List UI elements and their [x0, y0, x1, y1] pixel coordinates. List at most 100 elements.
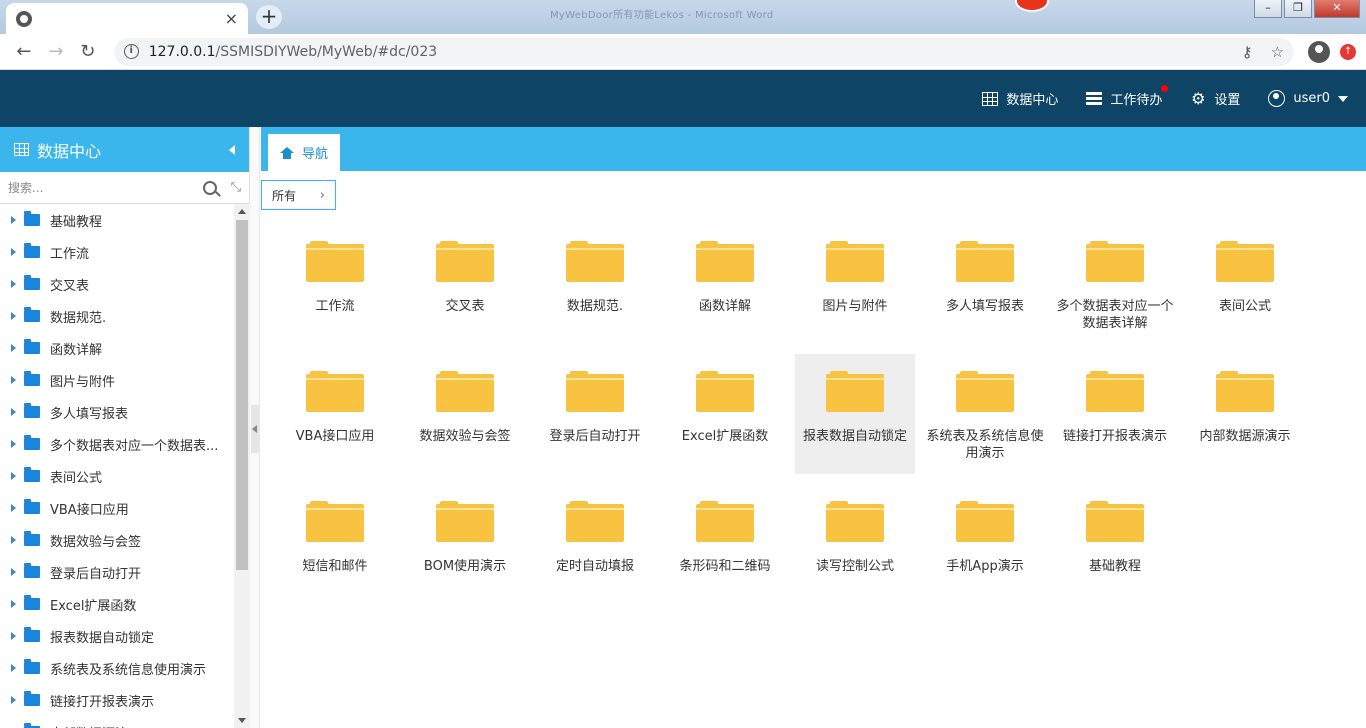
folder-tile[interactable]: 手机App演示 [925, 484, 1045, 604]
tree-item-label: 链接打开报表演示 [50, 694, 155, 710]
extension-icon[interactable]: ↑ [1340, 43, 1356, 60]
minimize-icon[interactable]: – [1254, 0, 1282, 18]
folder-tile[interactable]: VBA接口应用 [275, 354, 395, 474]
breadcrumb[interactable]: 所有 › [261, 180, 336, 210]
tree-item[interactable]: 内部数据源演示 [0, 716, 234, 728]
expand-arrow-icon[interactable] [11, 472, 16, 480]
folder-tile[interactable]: 系统表及系统信息使用演示 [925, 354, 1045, 474]
header-user-menu[interactable]: user0 [1268, 90, 1348, 107]
favicon-icon [16, 10, 32, 27]
folder-tile[interactable]: 短信和邮件 [275, 484, 395, 604]
tree-item[interactable]: VBA接口应用 [0, 492, 234, 524]
expand-arrow-icon[interactable] [11, 312, 16, 320]
tab-navigation[interactable]: 导航 [268, 134, 340, 171]
folder-tile[interactable]: BOM使用演示 [405, 484, 525, 604]
folder-tile[interactable]: 数据规范. [535, 224, 655, 344]
forward-button[interactable]: → [42, 38, 70, 66]
folder-tile[interactable]: 工作流 [275, 224, 395, 344]
search-input[interactable] [8, 180, 203, 195]
expand-arrow-icon[interactable] [11, 248, 16, 256]
tree-item[interactable]: 基础教程 [0, 204, 234, 236]
scrollbar-thumb[interactable] [236, 220, 248, 570]
expand-arrow-icon[interactable] [11, 376, 16, 384]
folder-tile[interactable]: 内部数据源演示 [1185, 354, 1305, 474]
password-key-icon[interactable]: ⚷ [1242, 43, 1253, 61]
expand-arrow-icon[interactable] [11, 344, 16, 352]
folder-tile-label: 内部数据源演示 [1199, 429, 1291, 444]
folder-tile[interactable]: 报表数据自动锁定 [795, 354, 915, 474]
folder-tile[interactable]: 图片与附件 [795, 224, 915, 344]
folder-tree: 基础教程工作流 交叉表 数据规范. 函数详解 图片与附件 多人填写报表 多个数据表对应一个数… [0, 204, 234, 728]
scroll-up-icon[interactable] [238, 209, 246, 214]
folder-icon [24, 275, 40, 290]
sidebar-scrollbar[interactable] [234, 204, 250, 728]
expand-arrow-icon[interactable] [11, 536, 16, 544]
folder-tile[interactable]: 读写控制公式 [795, 484, 915, 604]
tree-item-label: 基础教程 [50, 214, 103, 230]
bookmark-star-icon[interactable]: ☆ [1271, 43, 1284, 61]
tree-item[interactable]: Excel扩展函数 [0, 588, 234, 620]
folder-tile[interactable]: 函数详解 [665, 224, 785, 344]
folder-tile[interactable]: 定时自动填报 [535, 484, 655, 604]
panel-splitter[interactable] [250, 127, 260, 728]
folder-tile[interactable]: 基础教程 [1055, 484, 1175, 604]
window-title: MyWebDoor所有功能Lekos - Microsoft Word [550, 10, 774, 21]
tree-item[interactable]: 数据规范. [0, 300, 234, 332]
folder-tile[interactable]: 多个数据表对应一个数据表详解 [1055, 224, 1175, 344]
expand-arrow-icon[interactable] [11, 632, 16, 640]
folder-tile[interactable]: 交叉表 [405, 224, 525, 344]
tree-item[interactable]: 表间公式 [0, 460, 234, 492]
reload-button[interactable]: ↻ [74, 38, 102, 66]
scroll-down-icon[interactable] [238, 718, 246, 723]
expand-arrow-icon[interactable] [11, 664, 16, 672]
address-bar[interactable]: i 127.0.0.1/SSMISDIYWeb/MyWeb/#dc/023 ⚷ … [113, 37, 1295, 66]
tree-item[interactable]: 数据效验与会签 [0, 524, 234, 556]
folder-icon [436, 241, 494, 282]
expand-arrow-icon[interactable] [11, 408, 16, 416]
expand-arrow-icon[interactable] [11, 568, 16, 576]
tree-item[interactable]: 交叉表 [0, 268, 234, 300]
site-info-icon[interactable]: i [123, 44, 139, 59]
folder-tile[interactable]: 表间公式 [1185, 224, 1305, 344]
collapse-all-icon[interactable]: ⤡ [231, 180, 241, 195]
folder-tile[interactable]: 多人填写报表 [925, 224, 1045, 344]
tray-icon [1086, 91, 1103, 106]
tree-item[interactable]: 报表数据自动锁定 [0, 620, 234, 652]
expand-arrow-icon[interactable] [11, 440, 16, 448]
tree-item[interactable]: 工作流 [0, 236, 234, 268]
collapse-sidebar-icon[interactable] [229, 144, 235, 155]
tab-close-icon[interactable]: × [225, 10, 238, 27]
expand-arrow-icon[interactable] [11, 504, 16, 512]
tree-item[interactable]: 系统表及系统信息使用演示 [0, 652, 234, 684]
maximize-icon[interactable]: ❐ [1284, 0, 1312, 18]
header-todo[interactable]: 工作待办 [1086, 85, 1169, 108]
folder-icon [1086, 371, 1144, 412]
url-text[interactable]: 127.0.0.1/SSMISDIYWeb/MyWeb/#dc/023 [149, 44, 437, 60]
back-button[interactable]: ← [10, 38, 38, 66]
header-data-center[interactable]: 数据中心 [982, 89, 1058, 108]
folder-tile[interactable]: 条形码和二维码 [665, 484, 785, 604]
splitter-toggle-icon[interactable] [251, 405, 259, 453]
expand-arrow-icon[interactable] [11, 696, 16, 704]
tree-item[interactable]: 多个数据表对应一个数据表... [0, 428, 234, 460]
folder-tile[interactable]: 数据效验与会签 [405, 354, 525, 474]
window-close-icon[interactable]: ✕ [1314, 0, 1360, 18]
tree-item[interactable]: 多人填写报表 [0, 396, 234, 428]
tree-item[interactable]: 登录后自动打开 [0, 556, 234, 588]
tree-item[interactable]: 链接打开报表演示 [0, 684, 234, 716]
expand-arrow-icon[interactable] [11, 600, 16, 608]
search-icon[interactable] [202, 180, 217, 195]
folder-tile[interactable]: 登录后自动打开 [535, 354, 655, 474]
expand-arrow-icon[interactable] [11, 280, 16, 288]
app-header: 数据中心 工作待办 ⚙ 设置 user0 [0, 70, 1366, 127]
new-tab-button[interactable]: + [256, 5, 282, 29]
header-settings[interactable]: ⚙ 设置 [1190, 89, 1240, 108]
tree-item[interactable]: 函数详解 [0, 332, 234, 364]
folder-tile[interactable]: Excel扩展函数 [665, 354, 785, 474]
folder-tile[interactable]: 链接打开报表演示 [1055, 354, 1175, 474]
expand-arrow-icon[interactable] [11, 216, 16, 224]
browser-tab[interactable]: × [6, 3, 248, 34]
profile-avatar-icon[interactable] [1308, 40, 1331, 63]
folder-tile-label: 读写控制公式 [815, 559, 894, 574]
tree-item[interactable]: 图片与附件 [0, 364, 234, 396]
